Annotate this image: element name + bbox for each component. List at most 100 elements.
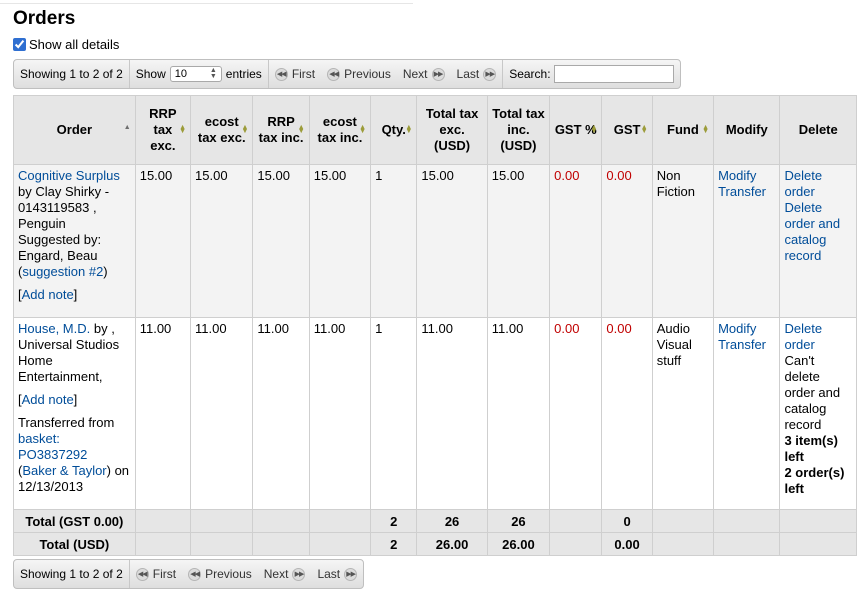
ecost-exc-cell: 11.00 bbox=[190, 317, 254, 510]
col-delete-label: Delete bbox=[798, 122, 838, 137]
basket-link[interactable]: basket: PO3837292 bbox=[18, 431, 87, 462]
delete-cell: Delete order Can't delete order and cata… bbox=[779, 317, 857, 510]
suggestion-link[interactable]: suggestion #2 bbox=[22, 264, 103, 279]
col-fund-label: Fund bbox=[667, 122, 699, 137]
previous-page-icon: ◀◀ bbox=[188, 567, 202, 581]
previous-page-label: Previous bbox=[344, 67, 391, 81]
delete-order-catalog-link[interactable]: Delete order and catalog record bbox=[784, 200, 840, 263]
sort-icon: ▲ ▼ bbox=[590, 124, 598, 135]
transfer-link[interactable]: Transfer bbox=[718, 184, 766, 199]
fund-cell: Audio Visual stuff bbox=[651, 317, 715, 510]
show-all-details-toggle[interactable]: Show all details bbox=[13, 37, 119, 52]
total-gst-label: Total (GST 0.00) bbox=[13, 509, 136, 533]
suggested-close: ) bbox=[103, 264, 108, 279]
col-order-label: Order bbox=[56, 122, 93, 137]
last-page-button[interactable]: Last ▶▶ bbox=[457, 67, 497, 81]
modify-link[interactable]: Modify bbox=[718, 321, 756, 336]
col-order[interactable]: Order ▲ bbox=[13, 95, 136, 165]
first-page-icon: ◀◀ bbox=[274, 67, 288, 81]
delete-cell: Delete order Delete order and catalog re… bbox=[779, 164, 857, 318]
delete-order-link[interactable]: Delete order bbox=[784, 168, 822, 199]
first-page-label: First bbox=[152, 567, 177, 581]
next-page-icon: ▶▶ bbox=[431, 67, 445, 81]
col-total-inc-label: Total tax inc. (USD) bbox=[492, 106, 545, 153]
next-page-button[interactable]: Next ▶▶ bbox=[403, 67, 445, 81]
col-modify-label: Modify bbox=[725, 122, 768, 137]
show-all-details-label: Show all details bbox=[29, 37, 120, 52]
rrp-exc-cell: 11.00 bbox=[134, 317, 192, 510]
vendor-link[interactable]: Baker & Taylor bbox=[22, 463, 106, 478]
col-ecost-inc[interactable]: ecost tax inc. ▲ ▼ bbox=[308, 95, 372, 165]
cant-delete-note: Can't delete order and catalog record bbox=[784, 353, 841, 432]
first-page-button[interactable]: ◀◀ First bbox=[135, 567, 177, 581]
ecost-exc-cell: 15.00 bbox=[190, 164, 254, 318]
col-fund[interactable]: Fund ▲ ▼ bbox=[651, 95, 715, 165]
total-usd-exc: 26.00 bbox=[416, 532, 488, 556]
total-gst-gst: 0 bbox=[601, 509, 653, 533]
sort-asc-icon: ▲ bbox=[123, 124, 131, 131]
bottom-pager-info: Showing 1 to 2 of 2 bbox=[14, 560, 130, 588]
col-total-inc[interactable]: Total tax inc. (USD) bbox=[486, 95, 551, 165]
col-gst-pct[interactable]: GST % ▲ ▼ bbox=[549, 95, 603, 165]
entries-label: entries bbox=[225, 67, 262, 81]
gst-cell: 0.00 bbox=[601, 317, 653, 510]
sort-icon: ▲ ▼ bbox=[297, 124, 305, 135]
orders-table: Order ▲ RRP tax exc. ▲ ▼ ecost tax exc. ▲ ▼ R… bbox=[13, 95, 857, 556]
gst-pct-cell: 0.00 bbox=[549, 317, 603, 510]
previous-page-button[interactable]: ◀◀ Previous bbox=[327, 67, 391, 81]
col-rrp-inc[interactable]: RRP tax inc. ▲ ▼ bbox=[252, 95, 310, 165]
top-pager-search: Search: bbox=[503, 60, 679, 88]
sort-icon: ▲ ▼ bbox=[405, 124, 413, 135]
total-exc-cell: 11.00 bbox=[416, 317, 488, 510]
col-gst[interactable]: GST ▲ ▼ bbox=[601, 95, 653, 165]
next-page-button[interactable]: Next ▶▶ bbox=[264, 567, 306, 581]
bottom-pager: Showing 1 to 2 of 2 ◀◀ First ◀◀ Previous… bbox=[13, 559, 365, 589]
transferred-from: Transferred from bbox=[18, 415, 115, 430]
total-inc-cell: 11.00 bbox=[486, 317, 551, 510]
add-note-link[interactable]: Add note bbox=[22, 392, 74, 407]
total-gst-qty: 2 bbox=[370, 509, 418, 533]
gst-pct-cell: 0.00 bbox=[549, 164, 603, 318]
previous-page-label: Previous bbox=[205, 567, 252, 581]
last-page-button[interactable]: Last ▶▶ bbox=[317, 567, 358, 581]
last-page-label: Last bbox=[317, 567, 341, 581]
gst-cell: 0.00 bbox=[601, 164, 653, 318]
total-exc-cell: 15.00 bbox=[416, 164, 488, 318]
next-page-label: Next bbox=[263, 567, 289, 581]
col-total-exc[interactable]: Total tax exc. (USD) bbox=[416, 95, 488, 165]
previous-page-button[interactable]: ◀◀ Previous bbox=[188, 567, 252, 581]
transfer-link[interactable]: Transfer bbox=[718, 337, 766, 352]
add-note-link[interactable]: Add note bbox=[22, 287, 74, 302]
fund-cell: Non Fiction bbox=[651, 164, 715, 318]
col-total-exc-label: Total tax exc. (USD) bbox=[425, 106, 479, 153]
col-ecost-exc[interactable]: ecost tax exc. ▲ ▼ bbox=[190, 95, 254, 165]
qty-cell: 1 bbox=[370, 164, 418, 318]
top-pager-nav: ◀◀ First ◀◀ Previous Next ▶▶ Last ▶▶ bbox=[269, 60, 504, 88]
search-input[interactable] bbox=[553, 65, 674, 83]
modify-link[interactable]: Modify bbox=[718, 168, 756, 183]
order-title-link[interactable]: House, M.D. bbox=[18, 321, 90, 336]
col-rrp-exc[interactable]: RRP tax exc. ▲ ▼ bbox=[134, 95, 192, 165]
search-label: Search: bbox=[509, 67, 551, 81]
total-gst-exc: 26 bbox=[416, 509, 488, 533]
show-all-details-checkbox[interactable] bbox=[13, 38, 26, 51]
entries-length-select[interactable]: 10 ▲ ▼ bbox=[169, 66, 222, 82]
col-qty[interactable]: Qty. ▲ ▼ bbox=[370, 95, 418, 165]
top-divider bbox=[0, 3, 413, 4]
first-page-icon: ◀◀ bbox=[135, 567, 149, 581]
bottom-pager-nav: ◀◀ First ◀◀ Previous Next ▶▶ Last ▶▶ bbox=[130, 560, 363, 588]
sort-icon: ▲ ▼ bbox=[241, 124, 249, 135]
entries-length-value: 10 bbox=[174, 68, 188, 80]
show-label: Show bbox=[135, 67, 166, 81]
total-usd-row: Total (USD) 2 26.00 26.00 0.00 bbox=[13, 532, 857, 556]
order-title-link[interactable]: Cognitive Surplus bbox=[18, 168, 120, 183]
top-pager-info: Showing 1 to 2 of 2 bbox=[14, 60, 130, 88]
total-gst-row: Total (GST 0.00) 2 26 26 0 bbox=[13, 509, 857, 533]
sort-icon: ▲ ▼ bbox=[640, 124, 648, 135]
total-gst-inc: 26 bbox=[486, 509, 551, 533]
first-page-button[interactable]: ◀◀ First bbox=[274, 67, 315, 81]
sort-icon: ▲ ▼ bbox=[179, 124, 187, 135]
delete-order-link[interactable]: Delete order bbox=[784, 321, 822, 352]
col-modify: Modify bbox=[713, 95, 781, 165]
rrp-exc-cell: 15.00 bbox=[134, 164, 192, 318]
